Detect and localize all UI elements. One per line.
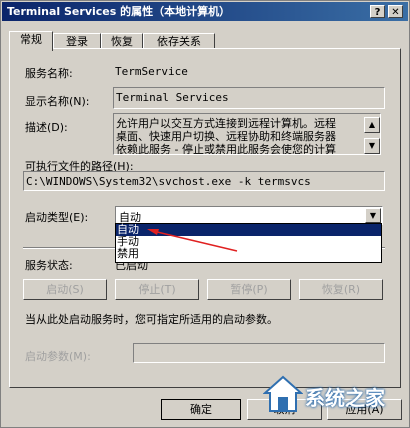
close-button[interactable]: ✕ [388,5,403,18]
tab-recovery[interactable]: 恢复 [101,33,143,49]
tab-general[interactable]: 常规 [9,31,53,51]
scroll-down-icon[interactable]: ▼ [364,138,380,154]
annotation-arrow [147,229,238,252]
resume-button[interactable]: 恢复(R) [299,279,383,300]
help-button[interactable]: ? [370,5,385,18]
start-button[interactable]: 启动(S) [23,279,107,300]
chevron-down-icon[interactable]: ▼ [365,208,381,223]
service-status-label: 服务状态: [25,259,73,272]
service-name-label: 服务名称: [25,67,73,80]
exe-path-field[interactable]: C:\WINDOWS\System32\svchost.exe -k terms… [23,171,385,191]
scroll-up-icon[interactable]: ▲ [364,117,380,133]
startup-type-label: 启动类型(E): [25,211,89,224]
description-line: 依赖此服务 - 停止或禁用此服务会使您的计算 [116,143,336,155]
start-params-input[interactable] [133,343,385,363]
description-label: 描述(D): [25,121,68,134]
tab-dependencies[interactable]: 依存关系 [143,33,215,49]
display-name-field[interactable]: Terminal Services [113,87,385,109]
start-params-label: 启动参数(M): [25,350,91,363]
description-box[interactable]: 允许用户以交互方式连接到远程计算机。远程 桌面、快速用户切换、远程协助和终端服务… [113,113,381,155]
properties-dialog: Terminal Services 的属性（本地计算机） ? ✕ 常规 登录 恢… [0,0,410,428]
ok-button[interactable]: 确定 [161,399,241,420]
watermark-text: 系统之家 [305,386,385,410]
exe-path-value: C:\WINDOWS\System32\svchost.exe -k terms… [26,175,311,188]
display-name-value: Terminal Services [116,91,229,104]
pause-button[interactable]: 暂停(P) [207,279,291,300]
window-title: Terminal Services 的属性（本地计算机） [7,5,231,18]
display-name-label: 显示名称(N): [25,95,90,108]
house-logo-icon [263,375,303,412]
service-name-value: TermService [115,65,188,78]
title-bar[interactable]: Terminal Services 的属性（本地计算机） ? ✕ [2,2,408,21]
stop-button[interactable]: 停止(T) [115,279,199,300]
tab-logon[interactable]: 登录 [53,33,101,49]
watermark-logo: 系统之家 [263,375,403,419]
hint-text: 当从此处启动服务时，您可指定所适用的启动参数。 [25,313,278,326]
